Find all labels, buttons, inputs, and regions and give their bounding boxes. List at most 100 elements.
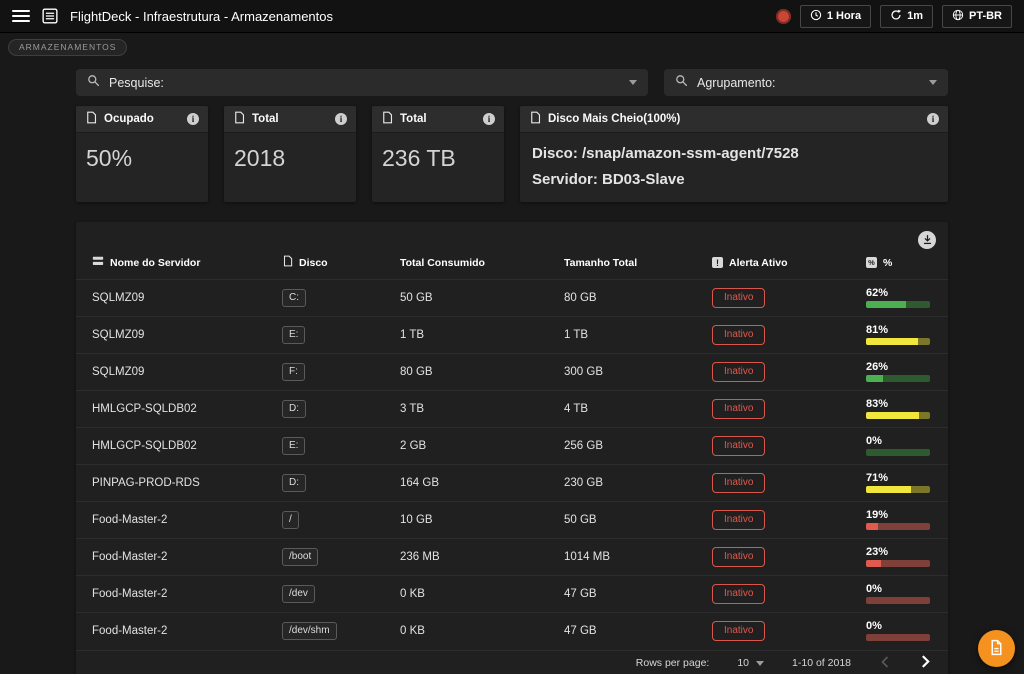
total-cell: 1014 MB — [548, 538, 696, 576]
server-name-cell: Food-Master-2 — [76, 612, 266, 650]
disk-cell: /boot — [266, 538, 384, 576]
disk-cell: D: — [266, 464, 384, 502]
usage-bar-fill — [866, 301, 906, 308]
percent-icon: % — [866, 257, 877, 268]
alert-cell: Inativo — [696, 464, 850, 502]
col-alert: ! Alerta Ativo — [696, 251, 850, 280]
alert-cell: Inativo — [696, 353, 850, 391]
usage-bar — [866, 449, 930, 456]
time-range-button[interactable]: 1 Hora — [799, 4, 872, 28]
server-name-cell: SQLMZ09 — [76, 353, 266, 391]
used-cell: 236 MB — [384, 538, 548, 576]
search-icon — [87, 74, 100, 92]
table-row[interactable]: HMLGCP-SQLDB02 E: 2 GB 256 GB Inativo 0% — [76, 427, 948, 465]
server-name-cell: SQLMZ09 — [76, 316, 266, 354]
storage-table: Nome do Servidor Disco Total Consumido T… — [76, 251, 948, 650]
alert-cell: Inativo — [696, 538, 850, 576]
used-cell: 50 GB — [384, 279, 548, 317]
pct-cell: 62% — [850, 279, 948, 317]
alert-icon: ! — [712, 257, 723, 268]
usage-bar — [866, 560, 930, 567]
col-server: Nome do Servidor — [76, 251, 266, 280]
previous-page-button[interactable] — [879, 656, 891, 671]
export-report-button[interactable] — [978, 630, 1015, 667]
table-row[interactable]: Food-Master-2 / 10 GB 50 GB Inativo 19% — [76, 501, 948, 539]
table-row[interactable]: Food-Master-2 /boot 236 MB 1014 MB Inati… — [76, 538, 948, 576]
disk-cell: D: — [266, 390, 384, 428]
alert-badge: Inativo — [712, 288, 766, 308]
usage-bar-fill — [866, 375, 883, 382]
used-cell: 2 GB — [384, 427, 548, 465]
table-row[interactable]: SQLMZ09 F: 80 GB 300 GB Inativo 26% — [76, 353, 948, 391]
disk-chip: F: — [282, 363, 305, 381]
chevron-down-icon — [929, 80, 937, 85]
usage-percent-label: 0% — [866, 583, 882, 595]
usage-bar — [866, 412, 930, 419]
pct-cell: 83% — [850, 390, 948, 428]
alert-badge: Inativo — [712, 510, 766, 530]
table-row[interactable]: PINPAG-PROD-RDS D: 164 GB 230 GB Inativo… — [76, 464, 948, 502]
rows-per-page-select[interactable]: 10 — [737, 657, 765, 669]
clock-icon — [810, 9, 822, 24]
stat-card-title: Ocupado — [104, 113, 154, 125]
table-row[interactable]: Food-Master-2 /dev/shm 0 KB 47 GB Inativ… — [76, 612, 948, 650]
table-row[interactable]: HMLGCP-SQLDB02 D: 3 TB 4 TB Inativo 83% — [76, 390, 948, 428]
usage-bar — [866, 597, 930, 604]
server-name-cell: PINPAG-PROD-RDS — [76, 464, 266, 502]
usage-bar — [866, 634, 930, 642]
server-name-cell: Food-Master-2 — [76, 538, 266, 576]
storage-table-card: Nome do Servidor Disco Total Consumido T… — [76, 222, 948, 674]
refresh-interval-label: 1m — [907, 10, 923, 22]
locale-button[interactable]: PT-BR — [942, 4, 1012, 28]
table-row[interactable]: SQLMZ09 E: 1 TB 1 TB Inativo 81% — [76, 316, 948, 354]
stat-card-fullest-disk: Disco Mais Cheio(100%) i Disco: /snap/am… — [520, 106, 948, 202]
table-row[interactable]: Food-Master-2 /dev 0 KB 47 GB Inativo 0% — [76, 575, 948, 613]
server-name-cell: HMLGCP-SQLDB02 — [76, 427, 266, 465]
info-icon[interactable]: i — [335, 113, 347, 125]
usage-bar-fill — [866, 560, 881, 567]
refresh-interval-button[interactable]: 1m — [880, 4, 933, 28]
grouping-input[interactable]: Agrupamento: — [664, 69, 948, 96]
pct-cell: 0% — [850, 427, 948, 465]
disk-icon — [233, 111, 245, 127]
pct-cell: 71% — [850, 464, 948, 502]
disk-icon — [529, 111, 541, 127]
disk-chip: D: — [282, 474, 306, 492]
alert-cell: Inativo — [696, 427, 850, 465]
info-icon[interactable]: i — [927, 113, 939, 125]
used-cell: 3 TB — [384, 390, 548, 428]
next-page-button[interactable] — [919, 655, 932, 671]
alert-cell: Inativo — [696, 575, 850, 613]
col-used-label: Total Consumido — [400, 256, 485, 269]
disk-chip: E: — [282, 326, 306, 344]
search-input[interactable]: Pesquise: — [76, 69, 648, 96]
alert-cell: Inativo — [696, 279, 850, 317]
usage-bar-fill — [866, 486, 912, 493]
disk-icon — [85, 111, 97, 127]
col-percent: % % — [850, 251, 948, 280]
info-icon[interactable]: i — [187, 113, 199, 125]
locale-label: PT-BR — [969, 10, 1002, 22]
usage-bar-fill — [866, 412, 920, 419]
menu-icon[interactable] — [12, 10, 30, 22]
server-name-cell: Food-Master-2 — [76, 501, 266, 539]
total-cell: 300 GB — [548, 353, 696, 391]
info-icon[interactable]: i — [483, 113, 495, 125]
breadcrumb[interactable]: ARMAZENAMENTOS — [8, 39, 128, 56]
disk-cell: F: — [266, 353, 384, 391]
alert-badge: Inativo — [712, 584, 766, 604]
download-csv-button[interactable] — [918, 231, 936, 249]
usage-bar — [866, 301, 930, 308]
page-title: FlightDeck - Infraestrutura - Armazename… — [70, 8, 333, 24]
search-label: Pesquise: — [109, 75, 164, 90]
stat-card-total-size: Total i 236 TB — [372, 106, 504, 202]
total-cell: 230 GB — [548, 464, 696, 502]
table-footer: Rows per page: 10 1-10 of 2018 — [76, 649, 948, 674]
pct-cell: 0% — [850, 612, 948, 650]
used-cell: 0 KB — [384, 612, 548, 650]
alert-status-dot[interactable] — [775, 8, 791, 24]
usage-percent-label: 0% — [866, 435, 882, 447]
app-logo-icon[interactable] — [42, 8, 58, 24]
chevron-left-icon — [881, 656, 889, 671]
table-row[interactable]: SQLMZ09 C: 50 GB 80 GB Inativo 62% — [76, 279, 948, 317]
